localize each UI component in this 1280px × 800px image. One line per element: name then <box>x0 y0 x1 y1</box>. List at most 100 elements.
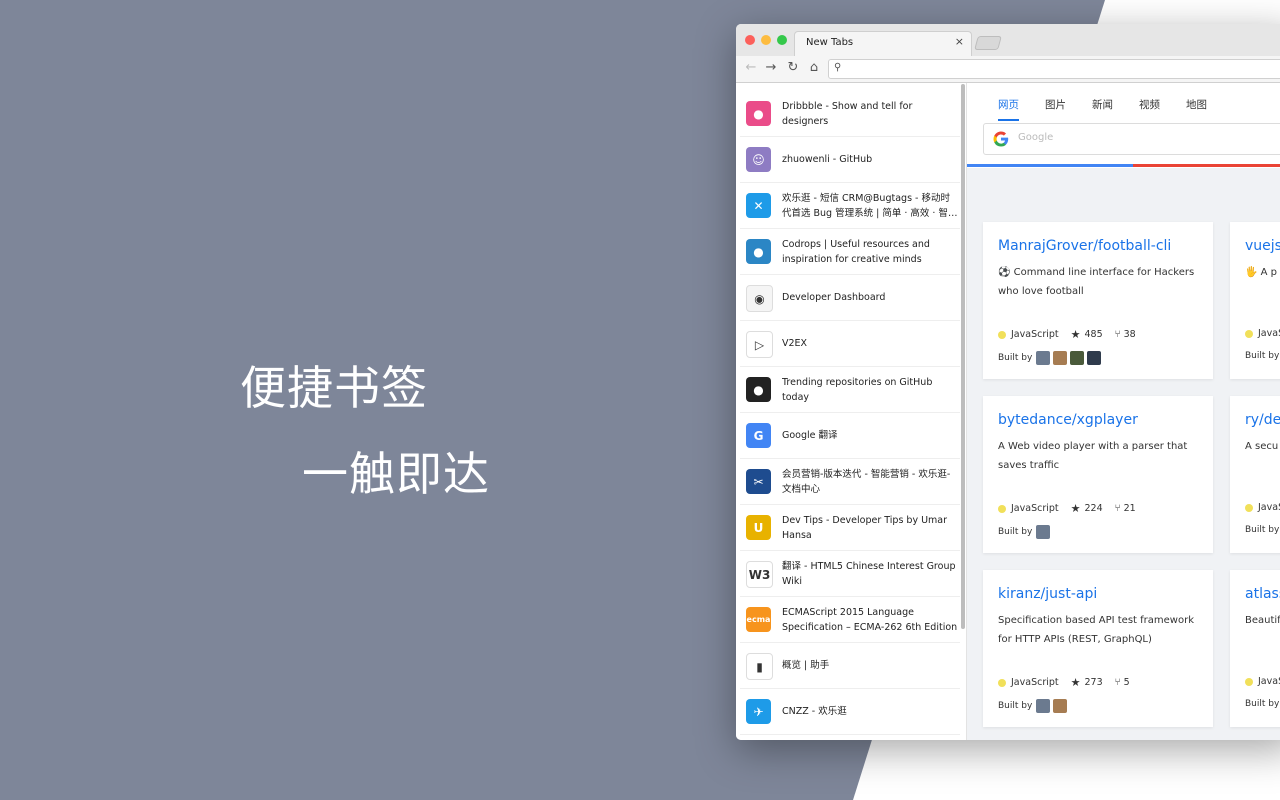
home-icon[interactable]: ⌂ <box>805 59 823 77</box>
forward-arrow-icon[interactable]: → <box>762 59 780 77</box>
codrops-icon: ● <box>746 239 771 264</box>
bookmark-item[interactable]: ecma ECMAScript 2015 Language Specificati… <box>740 597 960 643</box>
reload-icon[interactable]: ↻ <box>784 59 802 77</box>
repo-card[interactable]: bytedance/xgplayer A Web video player wit… <box>983 396 1213 553</box>
bookmark-item[interactable]: ✈ CNZZ - 欢乐逛 <box>740 689 960 735</box>
bookmark-label: 会员营销-版本迭代 - 智能营销 - 欢乐逛-文档中心 <box>782 468 951 495</box>
google-g-icon <box>993 131 1009 147</box>
search-tabs: 网页 图片 新闻 视频 地图 <box>998 97 1233 121</box>
maximize-window-button[interactable] <box>777 35 787 45</box>
search-tab[interactable]: 新闻 <box>1092 97 1113 119</box>
bookmark-item[interactable]: ● Dribbble - Show and tell for designers <box>740 91 960 137</box>
search-input[interactable]: Google <box>983 123 1280 155</box>
repo-meta: JavaS <box>1245 676 1280 687</box>
repo-language: JavaS <box>1258 676 1280 687</box>
bookmark-item[interactable]: G Google 翻译 <box>740 413 960 459</box>
built-by-label: Built by <box>1245 699 1280 709</box>
repo-name-link[interactable]: ManrajGrover/football-cli <box>998 238 1171 254</box>
star-count: 485 <box>1084 329 1103 340</box>
slogan-line-1: 便捷书签 <box>240 361 428 415</box>
repo-name-link[interactable]: bytedance/xgplayer <box>998 412 1138 428</box>
bookmark-label: Codrops | Useful resources and inspirati… <box>782 238 930 265</box>
bookmark-item[interactable]: ▷ V2EX <box>740 321 960 367</box>
close-window-button[interactable] <box>745 35 755 45</box>
built-by-label: Built by <box>1245 525 1280 535</box>
repo-name-link[interactable]: atlass <box>1245 586 1280 602</box>
repo-description: A secu <box>1245 441 1279 452</box>
browser-tab[interactable]: New Tabs × <box>794 31 972 57</box>
bookmark-sidebar: ● Dribbble - Show and tell for designers ☺… <box>736 83 967 740</box>
browser-window: New Tabs × ← → ↻ ⌂ ⚲ ● Dribbble - Show an… <box>736 24 1280 740</box>
built-by: Built by <box>998 525 1051 539</box>
google-translate-icon: G <box>746 423 771 448</box>
repo-name-link[interactable]: ry/de <box>1245 412 1280 428</box>
built-by-label: Built by <box>998 353 1033 363</box>
bookmark-label: Dribbble - Show and tell for designers <box>782 100 913 127</box>
search-tab[interactable]: 视频 <box>1139 97 1160 119</box>
address-bar[interactable]: ⚲ <box>828 59 1280 79</box>
close-tab-icon[interactable]: × <box>955 35 964 48</box>
contributor-avatar[interactable] <box>1087 351 1102 365</box>
bookmark-label: Google 翻译 <box>782 430 838 441</box>
bookmark-item[interactable]: U Dev Tips - Developer Tips by Umar Hansa <box>740 505 960 551</box>
bookmark-item[interactable]: ☺ zhuowenli - GitHub <box>740 137 960 183</box>
repo-name-link[interactable]: vuejs <box>1245 238 1280 254</box>
fork-icon: ⑂ <box>1114 503 1121 514</box>
bookmark-item[interactable]: ✕ 欢乐逛 - 短信 CRM@Bugtags - 移动时代首选 Bug 管理系统 … <box>740 183 960 229</box>
github-icon: ● <box>746 377 771 402</box>
contributor-avatar[interactable] <box>1036 699 1051 713</box>
bookmark-label: ECMAScript 2015 Language Specification –… <box>782 606 958 633</box>
new-tab-button[interactable] <box>974 36 1002 50</box>
bookmark-item[interactable]: ● Codrops | Useful resources and inspirat… <box>740 229 960 275</box>
bookmark-item[interactable]: ◉ Developer Dashboard <box>740 275 960 321</box>
fork-icon: ⑂ <box>1114 677 1121 688</box>
search-tab[interactable]: 地图 <box>1186 97 1207 119</box>
minimize-window-button[interactable] <box>761 35 771 45</box>
contributor-avatar[interactable] <box>1053 351 1068 365</box>
repo-language: JavaScript <box>1011 503 1059 514</box>
tab-title: New Tabs <box>806 37 854 48</box>
star-icon: ★ <box>1070 328 1081 341</box>
contributor-avatar[interactable] <box>1036 525 1051 539</box>
repo-card[interactable]: ry/de A secu JavaS Built by <box>1230 396 1280 553</box>
repo-card[interactable]: vuejs 🖐 A p adopta building JavaS Built by <box>1230 222 1280 379</box>
repo-meta: JavaScript ★ 224 ⑂ 21 <box>998 502 1148 515</box>
slogan-line-2: 一触即达 <box>302 447 490 501</box>
search-tab[interactable]: 网页 <box>998 97 1019 121</box>
repo-meta: JavaS <box>1245 328 1280 339</box>
built-by: Built by <box>1245 351 1279 361</box>
repo-card[interactable]: atlass Beautif lists wi JavaS Built by <box>1230 570 1280 727</box>
bookmark-item[interactable]: ▮ 概览 | 助手 <box>740 643 960 689</box>
bookmark-label: CNZZ - 欢乐逛 <box>782 706 847 717</box>
search-placeholder: Google <box>1018 132 1054 143</box>
built-by-label: Built by <box>998 701 1033 711</box>
github-avatar-icon: ☺ <box>746 147 771 172</box>
star-icon: ★ <box>1070 676 1081 689</box>
bookmark-label: Dev Tips - Developer Tips by Umar Hansa <box>782 514 948 541</box>
bookmark-item[interactable]: ● Trending repositories on GitHub today <box>740 367 960 413</box>
devtips-icon: U <box>746 515 771 540</box>
language-dot <box>998 504 1006 513</box>
repo-card[interactable]: ManrajGrover/football-cli ⚽ Command line … <box>983 222 1213 379</box>
chrome-icon: ◉ <box>746 285 773 312</box>
bookmark-item[interactable]: W3 翻译 - HTML5 Chinese Interest Group Wiki <box>740 551 960 597</box>
dribbble-icon: ● <box>746 101 771 126</box>
bookmark-item[interactable]: ✂ 会员营销-版本迭代 - 智能营销 - 欢乐逛-文档中心 <box>740 459 960 505</box>
bookmark-label: 欢乐逛 - 短信 CRM@Bugtags - 移动时代首选 Bug 管理系统 |… <box>782 192 958 219</box>
repo-name-link[interactable]: kiranz/just-api <box>998 586 1097 602</box>
bugtags-icon: ✕ <box>746 193 771 218</box>
contributor-avatar[interactable] <box>1070 351 1085 365</box>
search-tab[interactable]: 图片 <box>1045 97 1066 119</box>
repo-card[interactable]: kiranz/just-api Specification based API t… <box>983 570 1213 727</box>
search-icon: ⚲ <box>834 62 842 73</box>
built-by-label: Built by <box>1245 351 1280 361</box>
sidebar-scrollbar[interactable] <box>961 84 965 629</box>
contributor-avatar[interactable] <box>1053 699 1068 713</box>
repo-description: Specification based API test framework f… <box>998 615 1194 645</box>
title-bar: New Tabs × <box>736 24 1280 57</box>
back-arrow-icon[interactable]: ← <box>742 59 760 77</box>
built-by: Built by <box>998 699 1068 713</box>
contributor-avatar[interactable] <box>1036 351 1051 365</box>
repo-meta: JavaScript ★ 273 ⑂ 5 <box>998 676 1142 689</box>
repo-language: JavaScript <box>1011 677 1059 688</box>
